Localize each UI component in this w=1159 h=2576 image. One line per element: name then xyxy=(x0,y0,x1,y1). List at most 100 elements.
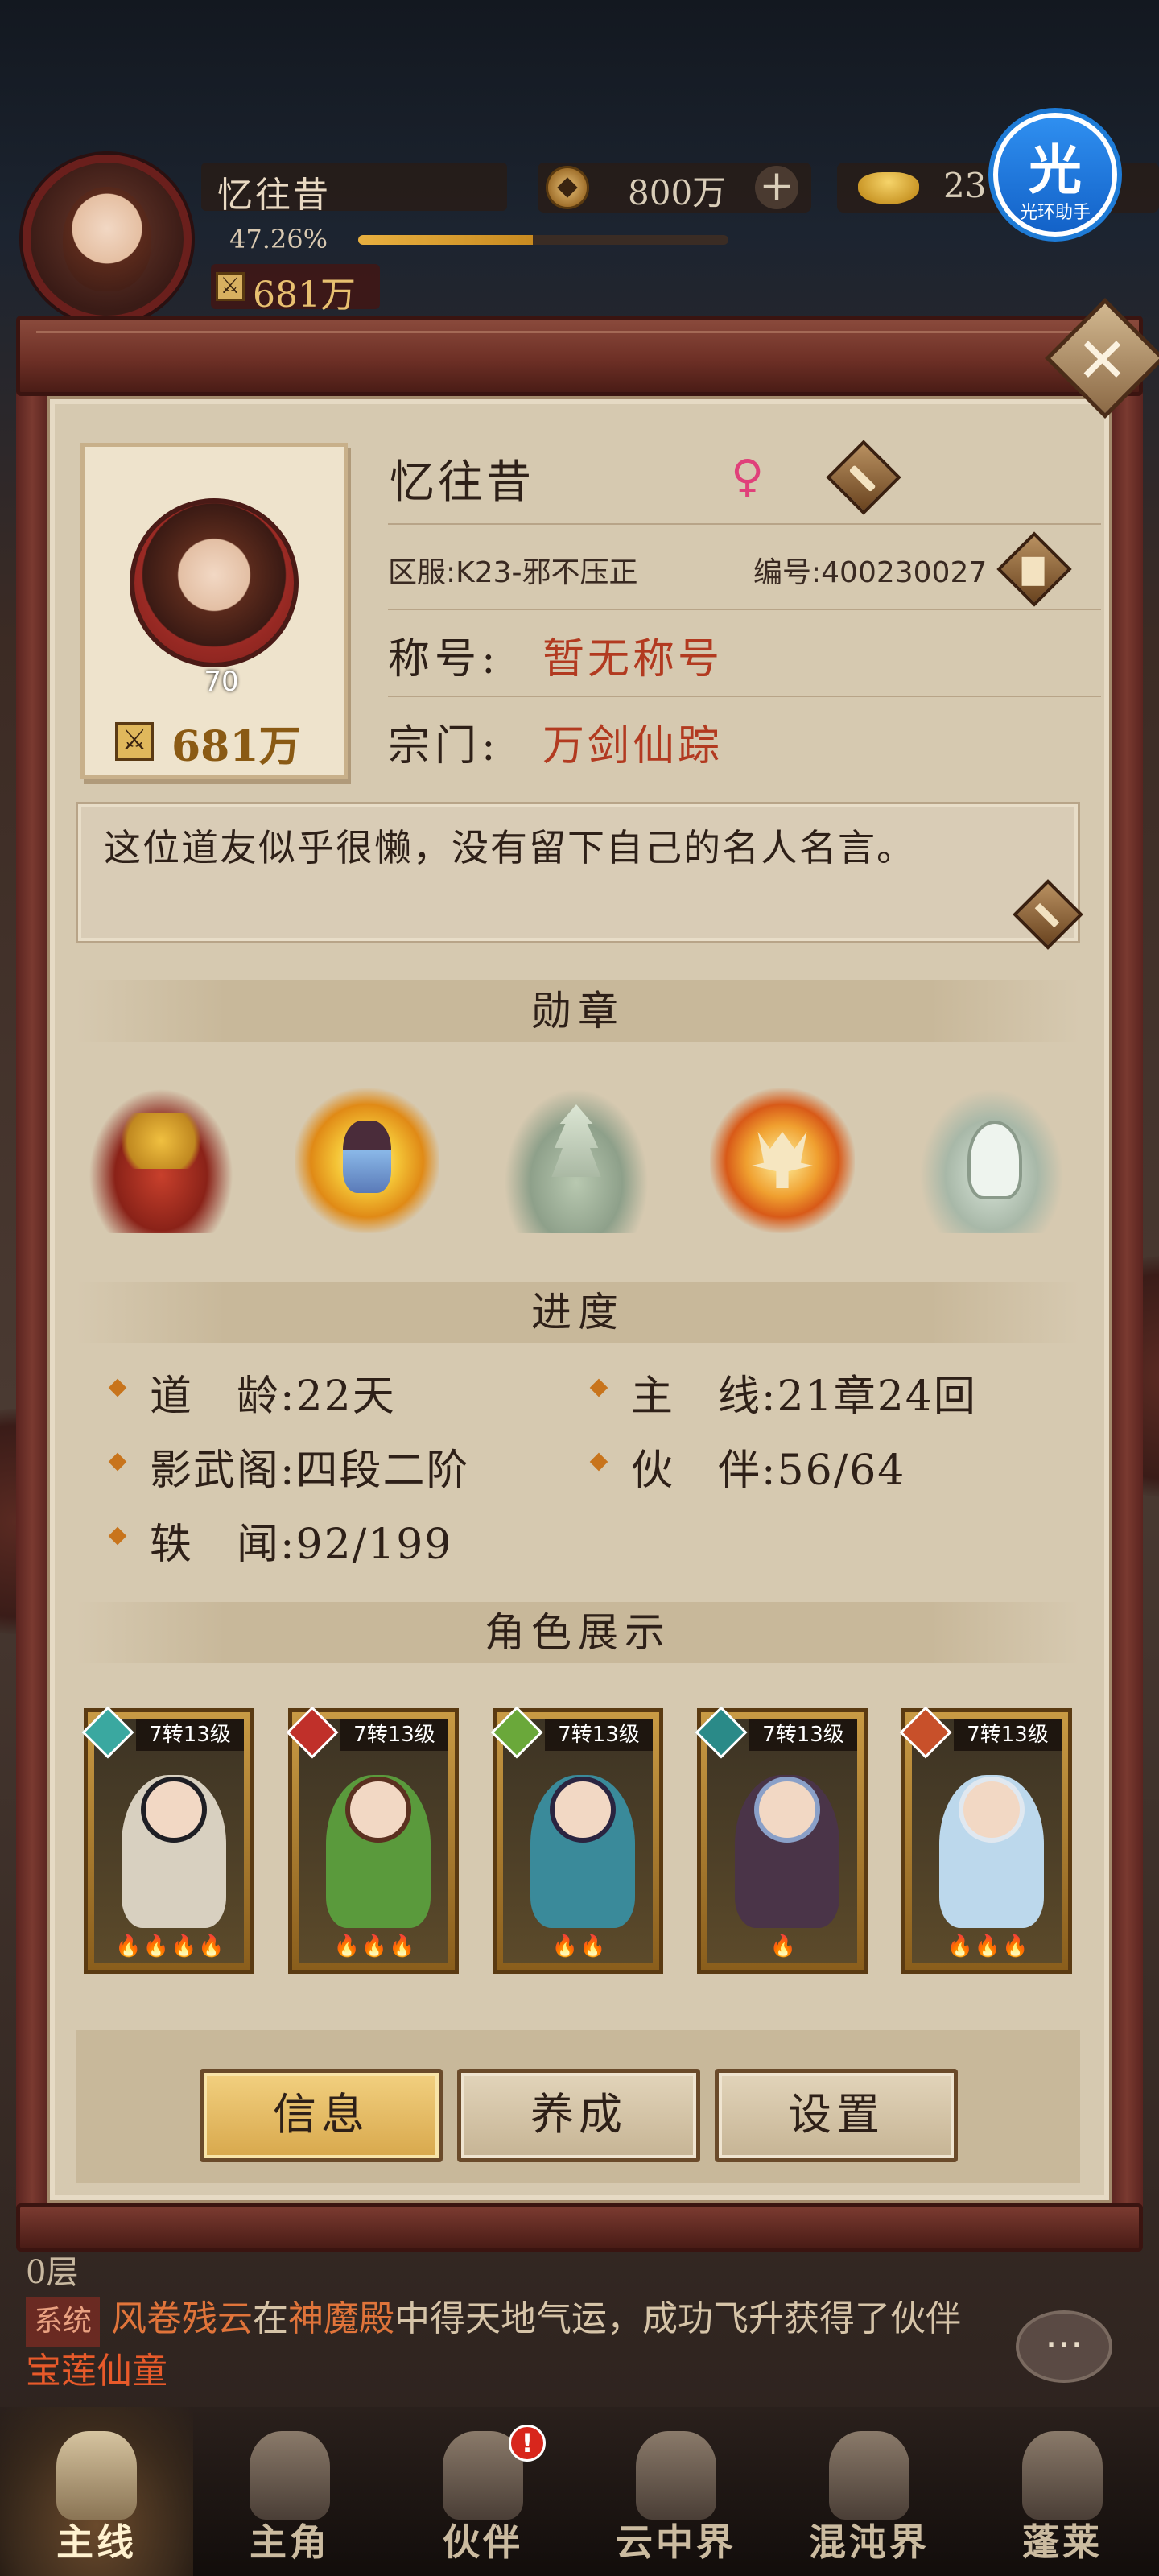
copper-value: 800万 xyxy=(628,173,727,213)
nav-chaos-realm[interactable]: 混沌界 xyxy=(773,2407,966,2576)
exp-bar xyxy=(358,235,728,245)
nav-cloud-realm[interactable]: 云中界 xyxy=(580,2407,773,2576)
profile-level: 70 xyxy=(204,666,239,698)
female-gender-icon: ♀ xyxy=(731,451,765,503)
character-level: 7转13级 xyxy=(749,1719,857,1751)
nav-label: 混沌界 xyxy=(809,2520,930,2564)
star-flames: 🔥 xyxy=(769,1934,798,1959)
close-icon: ✕ xyxy=(1075,324,1129,398)
character-head xyxy=(345,1777,411,1843)
characters-header: 角色展示 xyxy=(76,1602,1080,1663)
nav-label: 主角 xyxy=(250,2520,330,2564)
character-art xyxy=(503,1719,653,1963)
shadow-pavilion-stat: 影武阁:四段二阶 xyxy=(150,1447,470,1495)
star-flames: 🔥🔥🔥 xyxy=(333,1934,417,1959)
sect-value: 万剑仙踪 xyxy=(542,722,724,770)
character-art xyxy=(299,1719,448,1963)
character-card[interactable]: 7转13级 🔥🔥 xyxy=(490,1706,663,1974)
hero-icon xyxy=(250,2431,330,2520)
chat-button[interactable]: ··· xyxy=(1016,2310,1112,2383)
nav-hero[interactable]: 主角 xyxy=(193,2407,386,2576)
dao-age-stat: 道 龄:22天 xyxy=(150,1373,396,1421)
message-text: 在 xyxy=(253,2298,289,2339)
motto-box: 这位道友似乎很懒，没有留下自己的名人名言。 xyxy=(76,802,1083,950)
treasure-chest-medal-icon[interactable] xyxy=(89,1088,233,1233)
player-name-bar: 忆往昔 xyxy=(201,163,507,216)
system-message[interactable]: 系统 风卷残云在神魔殿中得天地气运，成功飞升获得了伙伴宝莲仙童 xyxy=(26,2294,992,2396)
player-link[interactable]: 风卷残云 xyxy=(111,2298,253,2339)
golden-meditation-medal-icon[interactable] xyxy=(295,1088,439,1233)
cloud-palace-icon xyxy=(636,2431,716,2520)
anecdotes-stat: 轶 闻:92/199 xyxy=(150,1521,453,1569)
partner-link[interactable]: 宝莲仙童 xyxy=(26,2351,167,2392)
gold-value: 23 xyxy=(943,166,987,205)
crossed-swords-icon xyxy=(56,2431,137,2520)
character-card[interactable]: 7转13级 🔥🔥🔥🔥 xyxy=(81,1706,254,1974)
player-serial: 编号:400230027 xyxy=(753,556,988,589)
flame-demon-medal-icon[interactable] xyxy=(710,1088,855,1233)
player-status-bar: 忆往昔 47.26% ⚔ 681万 800万 + 23 xyxy=(0,145,1159,324)
chaos-realm-icon xyxy=(829,2431,909,2520)
power-display: ⚔ 681万 xyxy=(211,264,380,316)
helper-logo-icon: 光 光环助手 xyxy=(998,118,1112,232)
copper-coin-icon xyxy=(546,166,589,209)
tab-info[interactable]: 信息 xyxy=(200,2069,443,2162)
exp-percent: 47.26% xyxy=(229,224,328,254)
power-value: 681万 xyxy=(253,275,356,316)
character-head xyxy=(550,1777,616,1843)
partners-stat: 伙 伴:56/64 xyxy=(631,1447,906,1495)
message-text: 中得天地气运，成功飞升获得了伙伴 xyxy=(394,2298,962,2339)
player-avatar[interactable] xyxy=(23,155,192,324)
progress-title: 进度 xyxy=(531,1289,625,1335)
crossed-swords-icon: ⚔ xyxy=(115,722,154,761)
helper-label: 光环助手 xyxy=(1019,203,1091,223)
medals-title: 勋章 xyxy=(531,988,625,1034)
tab-settings[interactable]: 设置 xyxy=(715,2069,958,2162)
nav-label: 伙伴 xyxy=(443,2520,523,2564)
penglai-icon xyxy=(1022,2431,1103,2520)
helper-glyph: 光 xyxy=(1029,139,1082,201)
divider xyxy=(388,523,1101,525)
character-level: 7转13级 xyxy=(954,1719,1062,1751)
character-art xyxy=(707,1719,857,1963)
nav-penglai[interactable]: 蓬莱 xyxy=(966,2407,1159,2576)
avatar-portrait xyxy=(63,187,151,291)
helper-app-button[interactable]: 光 光环助手 xyxy=(988,108,1122,242)
notification-badge: ! xyxy=(509,2425,546,2462)
location-link[interactable]: 神魔殿 xyxy=(288,2298,394,2339)
divider xyxy=(388,609,1101,610)
character-card[interactable]: 7转13级 🔥🔥🔥 xyxy=(899,1706,1072,1974)
add-copper-button[interactable]: + xyxy=(755,165,798,209)
copper-currency: 800万 + xyxy=(538,163,811,213)
character-card[interactable]: 7转13级 🔥🔥🔥 xyxy=(286,1706,459,1974)
nav-label: 蓬莱 xyxy=(1022,2520,1103,2564)
character-level: 7转13级 xyxy=(545,1719,653,1751)
crossed-swords-icon: ⚔ xyxy=(216,272,245,301)
nav-main-line[interactable]: 主线 xyxy=(0,2407,193,2576)
character-head xyxy=(959,1777,1025,1843)
sect-label: 宗门: xyxy=(388,722,501,770)
exp-bar-fill xyxy=(358,235,534,245)
nav-partner[interactable]: ! 伙伴 xyxy=(386,2407,580,2576)
edit-motto-button[interactable] xyxy=(1013,879,1083,950)
player-name: 忆往昔 xyxy=(217,175,331,216)
chat-bubble-icon: ··· xyxy=(1045,2322,1083,2368)
jade-lotus-medal-icon[interactable] xyxy=(919,1088,1064,1233)
title-label: 称号: xyxy=(388,635,501,683)
tab-develop[interactable]: 养成 xyxy=(457,2069,700,2162)
character-art xyxy=(94,1719,244,1963)
motto-text: 这位道友似乎很懒，没有留下自己的名人名言。 xyxy=(104,826,915,869)
nav-label: 云中界 xyxy=(616,2520,736,2564)
system-chat: 0层 系统 风卷残云在神魔殿中得天地气运，成功飞升获得了伙伴宝莲仙童 ··· xyxy=(0,2246,1159,2407)
jade-pagoda-medal-icon[interactable] xyxy=(504,1088,649,1233)
character-head xyxy=(141,1777,207,1843)
profile-power: 681万 xyxy=(171,722,301,771)
character-card[interactable]: 7转13级 🔥 xyxy=(695,1706,868,1974)
main-line-stat: 主 线:21章24回 xyxy=(631,1373,977,1421)
character-level: 7转13级 xyxy=(340,1719,448,1751)
brush-icon xyxy=(848,464,876,493)
medals-header: 勋章 xyxy=(76,980,1080,1042)
character-head xyxy=(754,1777,820,1843)
profile-avatar[interactable] xyxy=(130,498,299,667)
gold-ingot-icon xyxy=(858,172,919,204)
